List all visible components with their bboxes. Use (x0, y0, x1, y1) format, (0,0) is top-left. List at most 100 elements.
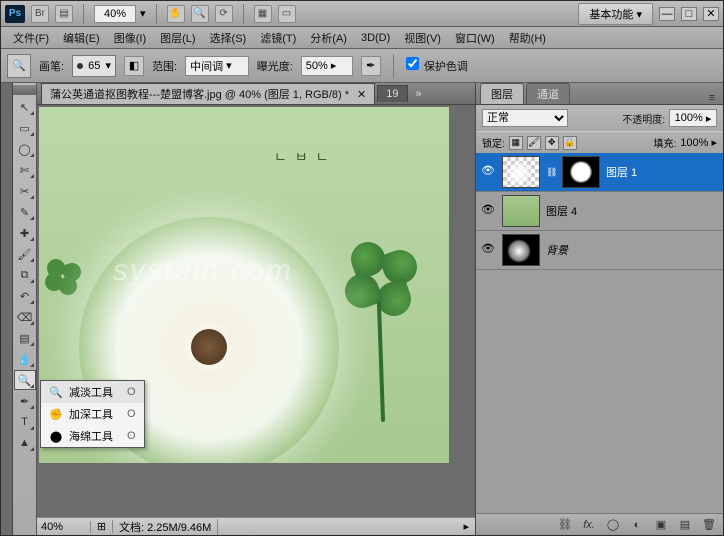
visibility-toggle[interactable]: 👁 (480, 164, 496, 180)
status-menu-icon[interactable]: ▸ (457, 520, 475, 533)
layer-name[interactable]: 图层 1 (606, 164, 719, 180)
visibility-toggle[interactable]: 👁 (480, 242, 496, 258)
eyedropper-tool[interactable]: ✎ (14, 202, 36, 222)
range-select[interactable]: 中间调 ▾ (185, 56, 249, 76)
flyout-dodge[interactable]: 🔍 减淡工具 O (41, 381, 144, 403)
docinfo-value: 2.25M/9.46M (147, 522, 211, 534)
menu-layer[interactable]: 图层(L) (154, 28, 201, 48)
healing-tool[interactable]: ✚ (14, 223, 36, 243)
gradient-tool[interactable]: ▤ (14, 328, 36, 348)
zoom-dropdown-icon[interactable]: ▾ (140, 7, 146, 20)
rotate-view-icon[interactable]: ⟳ (215, 5, 233, 23)
adjustment-layer-icon[interactable]: ◐ (629, 517, 645, 533)
maximize-button[interactable]: □ (681, 7, 697, 21)
layer-thumb[interactable] (502, 156, 540, 188)
quick-select-tool[interactable]: ✄ (14, 160, 36, 180)
new-layer-icon[interactable]: ▤ (677, 517, 693, 533)
blur-tool[interactable]: 💧 (14, 349, 36, 369)
layer-row-4[interactable]: 👁 图层 4 (476, 192, 723, 231)
blend-mode-select[interactable]: 正常 (482, 109, 568, 127)
crop-tool[interactable]: ✂ (14, 181, 36, 201)
status-docinfo[interactable]: 文档: 2.25M/9.46M (113, 519, 218, 535)
history-brush-tool[interactable]: ↶ (14, 286, 36, 306)
lock-transparency-icon[interactable]: ▦ (509, 136, 523, 150)
link-layers-icon[interactable]: ⛓ (557, 517, 573, 533)
layer-mask-thumb[interactable] (562, 156, 600, 188)
airbrush-icon[interactable]: ✒ (361, 56, 381, 76)
toolbox-grip[interactable] (13, 85, 36, 95)
menu-bar: 文件(F) 编辑(E) 图像(I) 图层(L) 选择(S) 滤镜(T) 分析(A… (1, 27, 723, 49)
canvas-korean-text: ㄴ ㅂ ㄴ (274, 147, 330, 167)
tab-channels[interactable]: 通道 (526, 83, 570, 104)
marquee-tool[interactable]: ▭ (14, 118, 36, 138)
type-tool[interactable]: T (14, 412, 36, 432)
brush-tool[interactable]: 🖌 (14, 244, 36, 264)
layer-name[interactable]: 图层 4 (546, 203, 719, 219)
workspace-switcher[interactable]: 基本功能 ▾ (578, 3, 653, 25)
flyout-sponge[interactable]: ⬤ 海绵工具 O (41, 425, 144, 447)
menu-image[interactable]: 图像(I) (108, 28, 152, 48)
menu-3d[interactable]: 3D(D) (355, 30, 396, 46)
protect-tone-input[interactable] (406, 57, 419, 70)
close-button[interactable]: ✕ (703, 7, 719, 21)
bridge-icon[interactable]: Br (31, 5, 49, 23)
menu-window[interactable]: 窗口(W) (449, 28, 501, 48)
path-select-tool[interactable]: ▲ (14, 433, 36, 453)
exposure-label: 曝光度: (257, 58, 293, 74)
new-group-icon[interactable]: ▣ (653, 517, 669, 533)
mini-bridge-icon[interactable]: ▤ (55, 5, 73, 23)
brush-preset-picker[interactable]: 65 ▾ (72, 55, 116, 77)
burn-key: O (127, 408, 136, 420)
opacity-value: 100% (675, 112, 703, 124)
fill-input[interactable]: 100% ▸ (680, 136, 717, 149)
eraser-tool[interactable]: ⌫ (14, 307, 36, 327)
lock-position-icon[interactable]: ✥ (545, 136, 559, 150)
panel-menu-icon[interactable]: ≡ (705, 92, 719, 104)
document-tab-1[interactable]: 蒲公英通道抠图教程---楚盟博客.jpg @ 40% (图层 1, RGB/8)… (41, 83, 375, 104)
brush-panel-toggle[interactable]: ◧ (124, 56, 144, 76)
menu-select[interactable]: 选择(S) (204, 28, 253, 48)
layer-row-1[interactable]: 👁 ⛓ 图层 1 (476, 153, 723, 192)
menu-edit[interactable]: 编辑(E) (57, 28, 106, 48)
dodge-tool[interactable]: 🔍 (14, 370, 36, 390)
add-mask-icon[interactable]: ◯ (605, 517, 621, 533)
menu-analysis[interactable]: 分析(A) (304, 28, 353, 48)
mask-link-icon[interactable]: ⛓ (546, 167, 556, 178)
arrange-docs-icon[interactable]: ▦ (254, 5, 272, 23)
menu-help[interactable]: 帮助(H) (503, 28, 552, 48)
status-dimensions-icon[interactable]: ⊞ (91, 520, 113, 533)
lock-all-icon[interactable]: 🔒 (563, 136, 577, 150)
minimize-button[interactable]: — (659, 7, 675, 21)
layers-panel-footer: ⛓ fx. ◯ ◐ ▣ ▤ 🗑 (476, 513, 723, 535)
fx-icon[interactable]: fx. (581, 517, 597, 533)
hand-icon[interactable]: ✋ (167, 5, 185, 23)
layer-thumb[interactable] (502, 195, 540, 227)
status-zoom[interactable]: 40% (37, 521, 91, 533)
visibility-toggle[interactable]: 👁 (480, 203, 496, 219)
lock-pixels-icon[interactable]: 🖌 (527, 136, 541, 150)
pen-tool[interactable]: ✒ (14, 391, 36, 411)
titlebar-zoom-input[interactable] (94, 5, 136, 23)
zoom-icon[interactable]: 🔍 (191, 5, 209, 23)
screen-mode-icon[interactable]: ▭ (278, 5, 296, 23)
current-tool-icon[interactable]: 🔍 (7, 54, 31, 78)
delete-layer-icon[interactable]: 🗑 (701, 517, 717, 533)
move-tool[interactable]: ↖ (14, 97, 36, 117)
document-tab-2[interactable]: 19 (377, 85, 407, 102)
layer-row-bg[interactable]: 👁 背景 (476, 231, 723, 270)
menu-view[interactable]: 视图(V) (398, 28, 447, 48)
fill-value: 100% (680, 137, 708, 149)
tabstrip-overflow-icon[interactable]: » (410, 88, 428, 100)
menu-file[interactable]: 文件(F) (7, 28, 55, 48)
layer-name[interactable]: 背景 (546, 242, 719, 258)
opacity-input[interactable]: 100% ▸ (669, 109, 717, 127)
flyout-burn[interactable]: ✊ 加深工具 O (41, 403, 144, 425)
lasso-tool[interactable]: ◯ (14, 139, 36, 159)
protect-tone-checkbox[interactable]: 保护色调 (406, 57, 468, 74)
tab-layers[interactable]: 图层 (480, 83, 524, 104)
exposure-input[interactable]: 50% ▸ (301, 56, 353, 76)
close-icon[interactable]: ✕ (357, 88, 366, 101)
stamp-tool[interactable]: ⧉ (14, 265, 36, 285)
layer-thumb[interactable] (502, 234, 540, 266)
menu-filter[interactable]: 滤镜(T) (254, 28, 302, 48)
